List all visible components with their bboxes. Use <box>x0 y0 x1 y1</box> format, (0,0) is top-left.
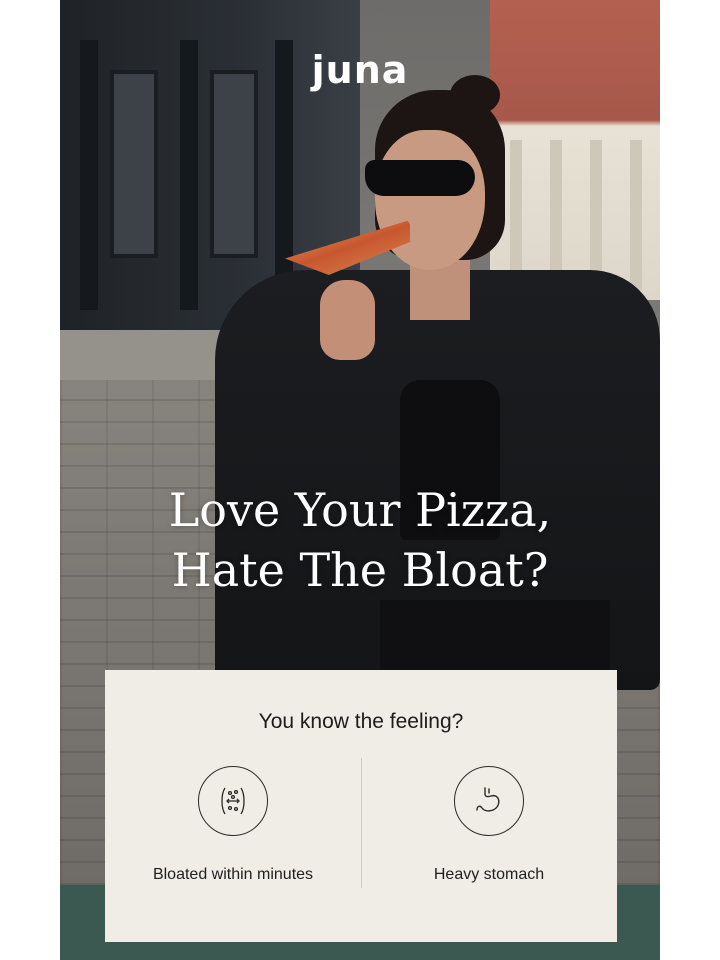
bloating-icon <box>198 766 268 836</box>
feature-label: Heavy stomach <box>433 866 545 883</box>
hand <box>320 280 375 360</box>
symptoms-card: You know the feeling? Bloated within min… <box>105 670 617 942</box>
card-title: You know the feeling? <box>258 710 464 733</box>
feature-bloated: Bloated within minutes <box>105 766 361 884</box>
black-pants <box>380 600 610 670</box>
feature-heavy-stomach: Heavy stomach <box>361 766 617 884</box>
hero-headline: Love Your Pizza, Hate The Bloat? <box>60 480 660 600</box>
pizza-slice <box>285 220 410 275</box>
brand-logo[interactable]: juna <box>60 48 660 92</box>
building-window <box>110 70 158 258</box>
stomach-icon <box>454 766 524 836</box>
headline-line-1: Love Your Pizza, <box>168 483 552 537</box>
headline-line-2: Hate The Bloat? <box>171 543 549 597</box>
email-container: juna Love Your Pizza, Hate The Bloat? Yo… <box>60 0 660 960</box>
feature-label: Bloated within minutes <box>152 866 314 883</box>
sunglasses <box>365 160 475 196</box>
